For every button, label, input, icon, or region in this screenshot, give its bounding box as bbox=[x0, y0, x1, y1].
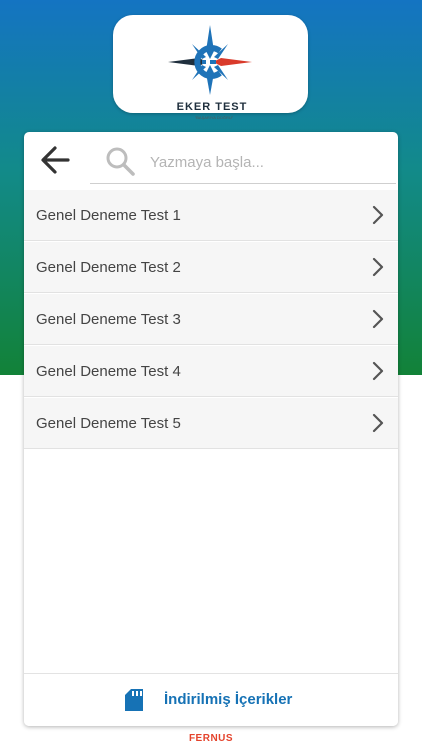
chevron-right-icon bbox=[372, 309, 384, 329]
search-icon bbox=[106, 147, 135, 176]
chevron-right-icon bbox=[372, 361, 384, 381]
logo-brand-text: EKER TEST bbox=[176, 101, 248, 113]
chevron-right-icon bbox=[372, 205, 384, 225]
chevron-right-icon bbox=[372, 413, 384, 433]
compass-logo-icon bbox=[168, 25, 252, 95]
list-item-label: Genel Deneme Test 5 bbox=[36, 415, 181, 432]
list-item-label: Genel Deneme Test 2 bbox=[36, 259, 181, 276]
list-item[interactable]: Genel Deneme Test 4 bbox=[24, 346, 398, 397]
fernus-brand: FERNUS bbox=[188, 733, 234, 744]
downloaded-content-button[interactable]: İndirilmiş İçerikler bbox=[24, 673, 398, 726]
sd-card-icon bbox=[125, 689, 143, 711]
search-input[interactable] bbox=[148, 146, 382, 178]
logo-card: EKER TEST "BAŞARIYA DOĞRU" bbox=[113, 15, 308, 120]
list-item[interactable]: Genel Deneme Test 1 bbox=[24, 190, 398, 241]
search-field[interactable] bbox=[90, 140, 396, 184]
back-arrow-icon bbox=[41, 146, 70, 174]
list-item[interactable]: Genel Deneme Test 2 bbox=[24, 242, 398, 293]
list-item[interactable]: Genel Deneme Test 5 bbox=[24, 398, 398, 449]
logo-tagline: "BAŞARIYA DOĞRU" bbox=[194, 115, 234, 120]
list-item-label: Genel Deneme Test 4 bbox=[36, 363, 181, 380]
list-item-label: Genel Deneme Test 1 bbox=[36, 207, 181, 224]
list-item[interactable]: Genel Deneme Test 3 bbox=[24, 294, 398, 345]
search-bar bbox=[24, 132, 398, 188]
back-button[interactable] bbox=[38, 142, 78, 178]
content-panel: Genel Deneme Test 1 Genel Deneme Test 2 … bbox=[24, 132, 398, 726]
chevron-right-icon bbox=[372, 257, 384, 277]
list-item-label: Genel Deneme Test 3 bbox=[36, 311, 181, 328]
test-list: Genel Deneme Test 1 Genel Deneme Test 2 … bbox=[24, 190, 398, 450]
downloaded-content-label: İndirilmiş İçerikler bbox=[164, 691, 293, 708]
